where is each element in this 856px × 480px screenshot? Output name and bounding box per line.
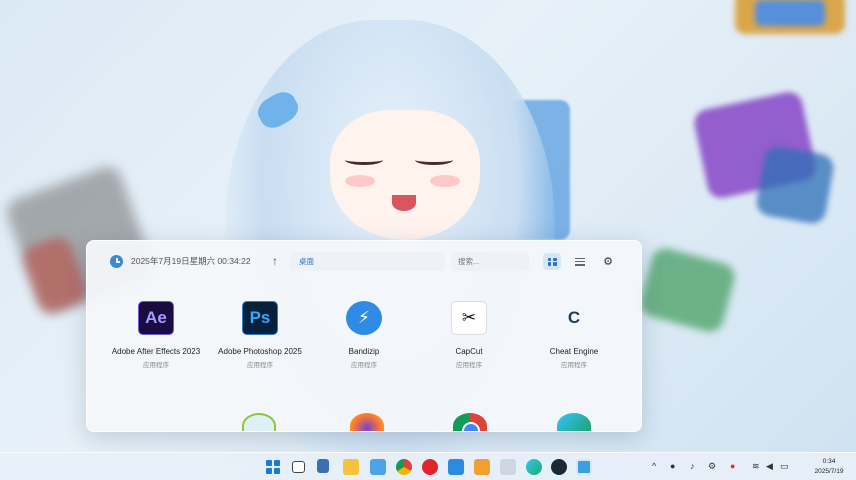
microphone-icon[interactable]: ♪ — [690, 461, 695, 471]
bandizip-icon: ⚡ — [346, 301, 382, 335]
character-blush — [430, 175, 460, 187]
app-name: Adobe After Effects 2023 — [111, 347, 201, 356]
tray-settings-icon[interactable]: ⚙ — [708, 461, 716, 472]
app-item-photoshop[interactable]: Ps Adobe Photoshop 2025 应用程序 — [210, 301, 310, 369]
app-item-partial[interactable] — [557, 413, 591, 431]
app-name: Cheat Engine — [549, 347, 599, 356]
gear-icon: ⚙ — [603, 256, 613, 268]
app-name: Adobe Photoshop 2025 — [218, 347, 302, 356]
pen-icon[interactable] — [500, 459, 516, 475]
tray-app-icon[interactable]: ● — [670, 461, 675, 471]
clock-time: 0:34 — [822, 458, 836, 465]
store-icon[interactable] — [370, 459, 386, 475]
search-input[interactable] — [451, 252, 529, 271]
wallpaper-decoration — [754, 144, 836, 226]
grid-icon — [547, 257, 557, 266]
file-explorer-icon[interactable] — [343, 459, 359, 475]
settings-button[interactable]: ⚙ — [599, 253, 617, 270]
edge-icon[interactable] — [526, 459, 542, 475]
tray-app-red-icon[interactable]: ● — [730, 461, 735, 471]
volume-icon[interactable]: ◀ — [766, 461, 773, 472]
cheat-engine-icon: C — [567, 308, 581, 327]
app-type: 应用程序 — [143, 362, 169, 369]
list-view-button[interactable] — [571, 253, 589, 270]
launcher-toolbar: 2025年7月19日星期六 00:34:22 ↑ ⚙ — [87, 241, 641, 281]
steam-icon[interactable] — [551, 459, 567, 475]
clock-date: 2025/7/19 — [814, 468, 844, 475]
start-icon[interactable] — [265, 459, 281, 475]
gallery-icon[interactable] — [576, 459, 592, 475]
netease-music-icon[interactable] — [422, 459, 438, 475]
clock-icon — [110, 255, 123, 268]
datetime-label: 2025年7月19日星期六 00:34:22 — [131, 256, 251, 266]
app-item-partial[interactable] — [453, 413, 487, 431]
app-type: 应用程序 — [456, 362, 482, 369]
app-type: 应用程序 — [561, 362, 587, 369]
list-icon — [575, 257, 585, 266]
wifi-icon[interactable]: ≋ — [752, 461, 760, 472]
taskbar-clock[interactable]: 0:34 2025/7/19 — [810, 457, 848, 477]
app-item-bandizip[interactable]: ⚡ Bandizip 应用程序 — [314, 301, 414, 369]
character-eye — [345, 155, 383, 165]
chevron-up-icon[interactable]: ^ — [652, 461, 656, 471]
app-item-capcut[interactable]: ✂ CapCut 应用程序 — [419, 301, 519, 369]
vscode-icon[interactable] — [448, 459, 464, 475]
wallpaper-decoration — [735, 0, 845, 34]
task-view-icon[interactable] — [292, 461, 305, 473]
grid-view-button[interactable] — [543, 253, 561, 270]
taskbar: ^ ● ♪ ⚙ ● ≋ ◀ ▭ 0:34 2025/7/19 — [0, 452, 856, 480]
photoshop-icon: Ps — [242, 301, 278, 335]
app-item-cheat-engine[interactable]: C Cheat Engine 应用程序 — [524, 301, 624, 369]
desktop-launcher-panel: 2025年7月19日星期六 00:34:22 ↑ ⚙ Ae Adobe Afte… — [86, 240, 642, 432]
sandbox-icon[interactable] — [474, 459, 490, 475]
app-name: Bandizip — [348, 347, 380, 356]
chrome-icon[interactable] — [396, 459, 412, 475]
capcut-icon: ✂ — [451, 301, 487, 335]
after-effects-icon: Ae — [138, 301, 174, 335]
app-type: 应用程序 — [247, 362, 273, 369]
character-mouth — [392, 195, 416, 211]
folder-blue-icon[interactable] — [317, 459, 329, 473]
app-type: 应用程序 — [351, 362, 377, 369]
up-directory-button[interactable]: ↑ — [267, 253, 283, 269]
app-item-partial[interactable] — [350, 413, 384, 431]
wallpaper-decoration — [637, 245, 738, 335]
character-blush — [345, 175, 375, 187]
app-name: CapCut — [455, 347, 483, 356]
battery-icon[interactable]: ▭ — [780, 461, 789, 472]
character-eye — [415, 155, 453, 165]
path-input[interactable] — [290, 252, 445, 271]
app-item-partial[interactable] — [242, 413, 276, 431]
app-item-after-effects[interactable]: Ae Adobe After Effects 2023 应用程序 — [106, 301, 206, 369]
